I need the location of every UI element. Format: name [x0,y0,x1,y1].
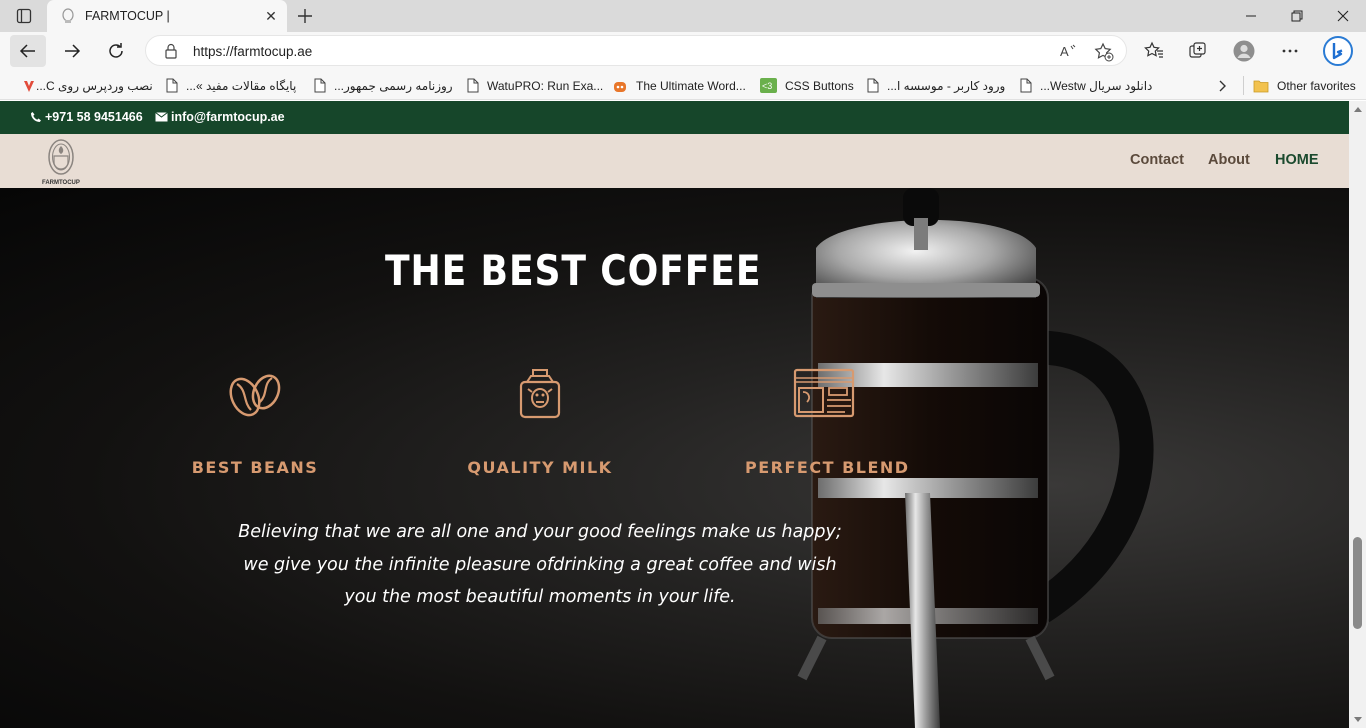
coffee-machine-icon [793,368,855,418]
minimize-button[interactable] [1228,0,1274,32]
add-favorite-icon[interactable] [1094,42,1114,62]
lock-icon [165,43,177,59]
site-header: FARMTOCUP Contact About HOME [0,134,1349,188]
svg-text:<3: <3 [762,81,772,91]
browser-tab[interactable]: FARMTOCUP | ✕ [47,0,287,32]
profile-button[interactable] [1233,40,1255,62]
bing-icon [1323,36,1353,66]
scrollbar-thumb[interactable] [1353,537,1362,629]
web-page: +971 58 9451466 info@farmtocup.ae FARMTO… [0,101,1349,728]
hero-title: THE BEST COFFEE [385,246,762,295]
back-button[interactable] [10,35,46,67]
tab-title: FARMTOCUP | [85,9,170,23]
hero-section: THE BEST COFFEE BEST BEANS QUALITY MILK [0,188,1349,728]
favorites-button[interactable] [1143,40,1165,62]
nav-contact[interactable]: Contact [1130,152,1184,168]
address-bar[interactable]: https://farmtocup.ae A [145,35,1127,66]
page-icon [166,78,178,93]
more-dots-icon [1282,49,1298,53]
scroll-up-arrow[interactable] [1354,107,1362,112]
page-icon [1020,78,1032,93]
refresh-icon [109,43,123,58]
arrow-left-icon [19,44,35,58]
favorites-star-icon [1144,41,1163,58]
collections-icon [1189,42,1206,58]
bookmark-item[interactable]: روزنامه رسمی جمهور... [314,77,453,94]
email-link[interactable]: info@farmtocup.ae [155,110,285,124]
contact-topbar: +971 58 9451466 info@farmtocup.ae [0,101,1349,134]
browser-toolbar: https://farmtocup.ae A [0,32,1366,70]
nav-home[interactable]: HOME [1275,152,1319,168]
feature-label-milk: QUALITY MILK [467,458,613,477]
bookmarks-overflow-button[interactable] [1218,77,1236,94]
bookmark-item[interactable]: ورود کاربر - موسسه ا... [867,77,1005,94]
avatar-icon [1233,40,1255,62]
farmtocup-logo[interactable]: FARMTOCUP [40,136,82,186]
phone-icon [31,112,41,122]
site-favicon-icon [62,8,74,23]
tab-actions-icon[interactable] [8,6,40,26]
page-icon [867,78,879,93]
bookmark-item[interactable]: دانلود سریال Westw... [1020,77,1152,94]
bookmarks-divider [1243,76,1244,95]
milk-carton-icon [519,369,561,419]
orange-robot-icon [614,81,626,92]
bing-chat-button[interactable] [1322,35,1354,67]
page-icon [467,78,479,93]
close-tab-icon[interactable]: ✕ [263,8,279,25]
feature-label-blend: PERFECT BLEND [745,458,910,477]
coffee-bean-icon [229,374,281,417]
settings-menu-button[interactable] [1279,40,1301,62]
other-favorites-folder[interactable]: Other favorites [1253,77,1356,94]
feature-label-beans: BEST BEANS [191,458,319,477]
page-scrollbar[interactable] [1349,101,1366,728]
collections-button[interactable] [1187,40,1209,62]
bookmark-item[interactable]: نصب وردپرس روی C... [14,77,153,94]
forward-button[interactable] [54,35,90,67]
browser-tab-strip: FARMTOCUP | ✕ [0,0,1366,32]
arrow-right-icon [65,44,81,58]
red-logo-icon [24,80,34,92]
new-tab-button[interactable] [293,4,317,28]
bookmark-item[interactable]: <3 CSS Buttons [760,77,854,94]
restore-button[interactable] [1274,0,1320,32]
close-window-button[interactable] [1320,0,1366,32]
refresh-button[interactable] [98,35,134,67]
nav-about[interactable]: About [1208,152,1250,168]
page-icon [314,78,326,93]
svg-text:A: A [1060,44,1069,59]
bookmark-item[interactable]: WatuPRO: Run Exa... [467,77,603,94]
read-aloud-icon[interactable]: A [1059,42,1077,60]
chevron-right-icon [1219,80,1226,91]
folder-icon [1253,80,1269,92]
phone-link[interactable]: +971 58 9451466 [30,110,143,124]
svg-text:FARMTOCUP: FARMTOCUP [42,180,80,186]
bookmarks-bar: نصب وردپرس روی C... پایگاه مقالات مفید »… [0,70,1366,100]
url-text: https://farmtocup.ae [193,44,313,59]
hero-tagline: Believing that we are all one and your g… [238,522,842,607]
envelope-icon [155,112,168,122]
bookmark-item[interactable]: پایگاه مقالات مفید »... [166,77,296,94]
green-logo-icon: <3 [760,78,777,93]
scroll-down-arrow[interactable] [1354,717,1362,722]
bookmark-item[interactable]: The Ultimate Word... [612,77,746,94]
